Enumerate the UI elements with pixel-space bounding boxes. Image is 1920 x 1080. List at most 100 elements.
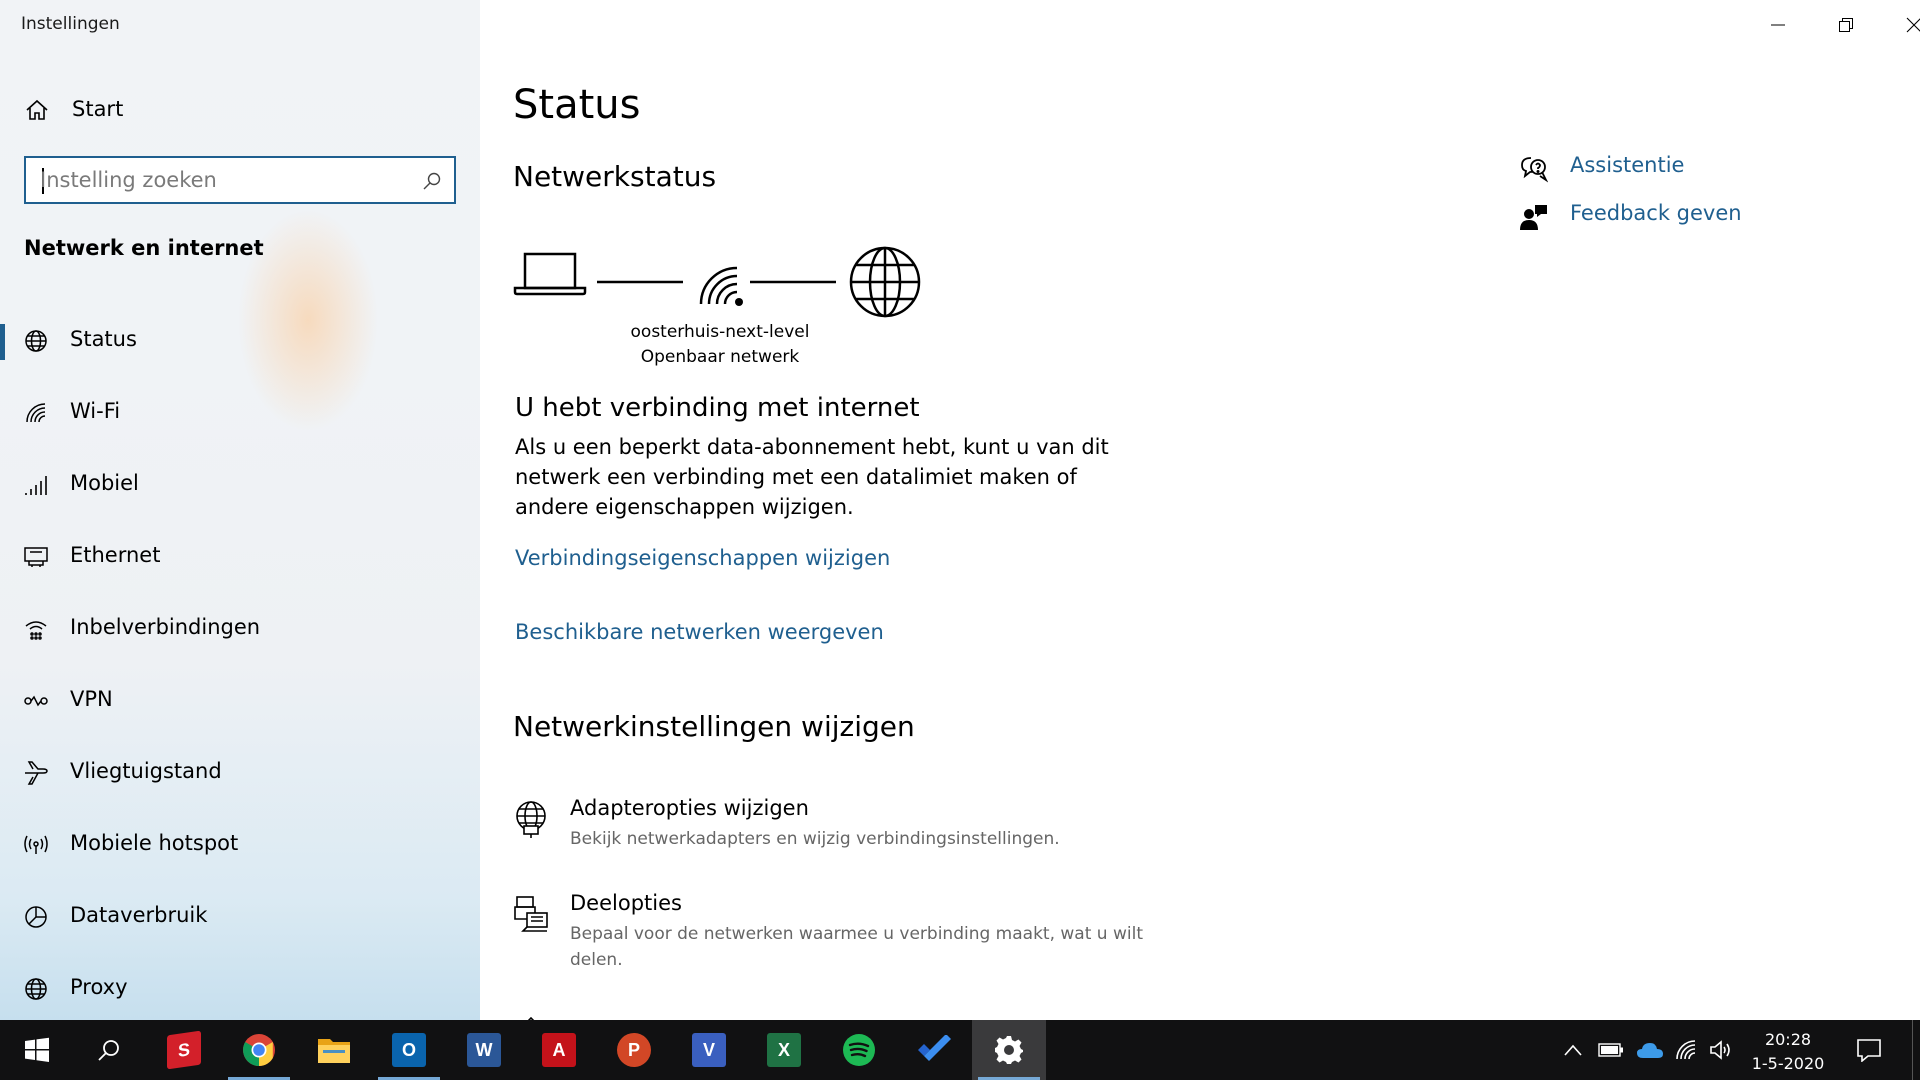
home-button[interactable]: Start — [0, 90, 480, 128]
search-icon — [98, 1040, 119, 1061]
sidebar-item-vliegtuigstand[interactable]: Vliegtuigstand — [0, 738, 480, 810]
action-center-button[interactable] — [1846, 1020, 1892, 1080]
network-status-heading: Netwerkstatus — [513, 160, 717, 193]
onedrive-button[interactable] — [1632, 1020, 1668, 1080]
restore-button[interactable] — [1812, 0, 1880, 50]
sidebar-item-label: Wi-Fi — [70, 399, 121, 423]
laptop-icon — [513, 252, 587, 296]
sidebar-item-wifi[interactable]: Wi-Fi — [0, 378, 480, 450]
help-chat-icon — [1521, 157, 1548, 183]
setting-description: Bekijk netwerkadapters en wijzig verbind… — [570, 829, 1060, 849]
search-box[interactable] — [24, 156, 456, 204]
hotspot-icon — [24, 835, 48, 854]
ethernet-icon — [24, 547, 48, 567]
cellular-icon — [25, 476, 47, 495]
setting-icon — [527, 1016, 535, 1020]
sidebar-item-dataverbruik[interactable]: Dataverbruik — [0, 882, 480, 954]
start-button[interactable] — [0, 1020, 74, 1080]
taskbar-chrome[interactable] — [222, 1020, 296, 1080]
taskbar-settings[interactable] — [972, 1020, 1046, 1080]
sidebar-item-mobiel[interactable]: Mobiel — [0, 450, 480, 522]
sidebar-item-label: Status — [70, 327, 137, 351]
start-icon — [25, 1037, 49, 1062]
word-icon: W — [467, 1033, 501, 1067]
battery-button[interactable] — [1594, 1020, 1628, 1080]
internet-globe-icon — [849, 246, 921, 318]
sidebar-item-vpn[interactable]: VPN — [0, 666, 480, 738]
sidebar-item-status[interactable]: Status — [0, 306, 480, 378]
minimize-icon — [1771, 24, 1785, 26]
powerpoint-icon: P — [617, 1033, 651, 1067]
related-help-label: Assistentie — [1570, 153, 1685, 177]
wifi-tray-icon — [1676, 1040, 1696, 1060]
sidebar-item-label: Dataverbruik — [70, 903, 208, 927]
sidebar-item-mobiele-hotspot[interactable]: Mobiele hotspot — [0, 810, 480, 882]
home-icon — [26, 99, 48, 120]
sketchup-icon: S — [167, 1030, 201, 1070]
wifi-icon — [26, 403, 46, 423]
sidebar-item-label: VPN — [70, 687, 113, 711]
acrobat-icon: A — [542, 1033, 576, 1067]
setting-partially-visible[interactable] — [513, 1008, 1213, 1020]
show-available-networks-link[interactable]: Beschikbare netwerken weergeven — [515, 620, 884, 644]
show-hidden-icons-button[interactable] — [1558, 1020, 1588, 1080]
taskbar-excel[interactable]: X — [747, 1020, 821, 1080]
sidebar-item-label: Ethernet — [70, 543, 161, 567]
taskbar-spotify[interactable] — [822, 1020, 896, 1080]
taskbar-word[interactable]: W — [447, 1020, 521, 1080]
feedback-icon — [1520, 205, 1547, 230]
sidebar-item-inbelverbindingen[interactable]: Inbelverbindingen — [0, 594, 480, 666]
restore-icon — [1839, 18, 1853, 32]
taskbar: S O W A P V X 20:28 1-5-2020 — [0, 1020, 1920, 1080]
sidebar-item-proxy[interactable]: Proxy — [0, 954, 480, 1026]
connection-description: Als u een beperkt data-abonnement hebt, … — [515, 435, 1109, 519]
onedrive-cloud-icon — [1637, 1043, 1663, 1058]
sidebar-item-label: Mobiele hotspot — [70, 831, 239, 855]
taskbar-visio[interactable]: V — [672, 1020, 746, 1080]
sharing-icon — [514, 896, 548, 932]
sidebar-item-label: Proxy — [70, 975, 128, 999]
connection-title: U hebt verbinding met internet — [515, 393, 920, 423]
setting-description: Bepaal voor de netwerken waarmee u verbi… — [570, 924, 1143, 970]
taskbar-powerpoint[interactable]: P — [597, 1020, 671, 1080]
network-tray-button[interactable] — [1670, 1020, 1704, 1080]
search-icon[interactable] — [422, 171, 442, 191]
taskbar-outlook[interactable]: O — [372, 1020, 446, 1080]
chevron-up-icon — [1564, 1044, 1582, 1056]
network-type: Openbaar netwerk — [640, 347, 800, 367]
dialup-icon — [25, 621, 47, 640]
show-desktop-button[interactable] — [1912, 1020, 1920, 1080]
sidebar-item-ethernet[interactable]: Ethernet — [0, 522, 480, 594]
sidebar-nav: Status Wi-Fi Mobiel Ethernet Inbelverbin… — [0, 306, 480, 1026]
network-name: oosterhuis-next-level — [630, 322, 810, 342]
volume-button[interactable] — [1704, 1020, 1738, 1080]
setting-title: Adapteropties wijzigen — [570, 796, 809, 820]
proxy-globe-icon — [25, 978, 47, 1000]
page-title: Status — [513, 82, 641, 128]
close-button[interactable] — [1880, 0, 1920, 50]
taskbar-file-explorer[interactable] — [297, 1020, 371, 1080]
taskbar-acrobat[interactable]: A — [522, 1020, 596, 1080]
clock-date: 1-5-2020 — [1751, 1054, 1825, 1073]
status-globe-icon — [25, 330, 47, 352]
main-content: Status Netwerkstatus oosterhuis-next-lev… — [480, 0, 1920, 1020]
taskbar-todo[interactable] — [897, 1020, 971, 1080]
minimize-button[interactable] — [1744, 0, 1812, 50]
todo-icon — [918, 1035, 951, 1061]
search-input[interactable] — [40, 166, 420, 194]
outlook-icon: O — [392, 1033, 426, 1067]
wifi-signal-icon — [699, 266, 743, 306]
file-explorer-icon — [318, 1039, 350, 1063]
change-settings-heading: Netwerkinstellingen wijzigen — [513, 710, 915, 743]
taskbar-sketchup[interactable]: S — [147, 1020, 221, 1080]
sidebar-item-label: Inbelverbindingen — [70, 615, 261, 639]
home-label: Start — [72, 97, 124, 121]
section-title: Netwerk en internet — [24, 236, 264, 260]
excel-icon: X — [767, 1033, 801, 1067]
change-connection-properties-link[interactable]: Verbindingseigenschappen wijzigen — [515, 546, 890, 570]
settings-icon — [995, 1036, 1023, 1064]
network-info: oosterhuis-next-level Openbaar netwerk — [620, 320, 820, 370]
taskbar-clock[interactable]: 20:28 1-5-2020 — [1736, 1028, 1840, 1076]
taskbar-search-button[interactable] — [72, 1020, 146, 1080]
window-title: Instellingen — [21, 14, 120, 34]
